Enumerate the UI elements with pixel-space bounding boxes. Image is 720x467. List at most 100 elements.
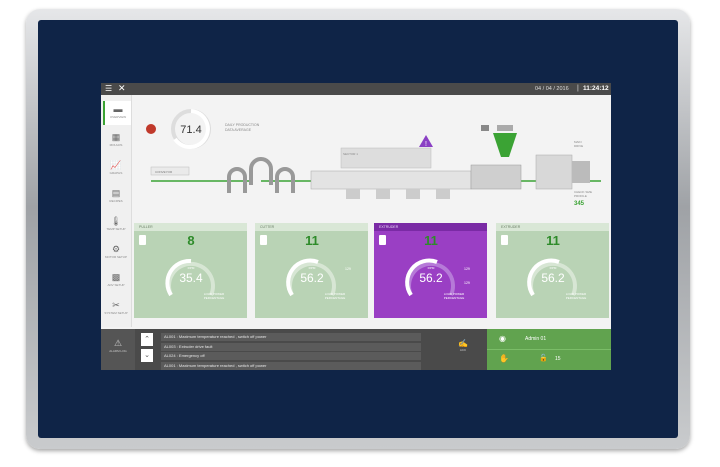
card-footer-label: LOAD POWER PERCENTAGE — [443, 292, 465, 300]
card-setpoint: 11 — [424, 233, 438, 248]
card-info-button[interactable] — [379, 235, 386, 245]
lock-timer: 15 — [555, 356, 561, 362]
user-panel: ◉ Admin 01 ✋ 🔓 15 — [487, 329, 611, 370]
date-display: 04 / 04 / 2016 — [535, 86, 569, 92]
conveyor-label: CONVEYOR — [155, 170, 173, 174]
acknowledge-icon: ✍ — [458, 339, 468, 348]
motor-fan — [572, 161, 590, 183]
recipes-icon: ▤ — [111, 188, 121, 198]
station-card-extruder-2[interactable]: EXTRUDER 11 RPM 56.2 LOAD POWER PERCENTA… — [496, 223, 609, 318]
acknowledge-label: ACK — [459, 348, 467, 352]
motor-setup-icon: ⚙ — [111, 244, 121, 254]
check-size-value: 345 — [574, 201, 585, 207]
sidebar-item-label: TEMP SETUP — [106, 227, 126, 231]
sidebar-item-label: GRAPHS — [109, 171, 123, 175]
sidebar-item-temp-setup[interactable]: 🌡 TEMP SETUP — [103, 213, 129, 237]
main-drive-motor[interactable] — [535, 154, 573, 190]
system-setup-icon: ✂ — [112, 300, 120, 310]
top-bar: ☰ ✕ 04 / 04 / 2016 | 11:24:12 — [101, 83, 611, 95]
alarm-scroll: ⌃ ⌄ — [141, 333, 153, 363]
alarm-list: AL001 : Maximum temperature reached , sw… — [161, 333, 421, 370]
card-setpoint: 8 — [187, 233, 195, 248]
user-name: Admin 01 — [525, 336, 547, 342]
card-value: 35.4 — [179, 271, 203, 285]
alarm-log-button[interactable]: ⚠ ALARM LOG — [101, 329, 135, 370]
moulds-icon: ▦ — [111, 132, 121, 142]
puller-rollers[interactable] — [227, 157, 295, 193]
production-gauge-label: DAILY PRODUCTION — [225, 123, 260, 127]
user-row[interactable]: ◉ Admin 01 — [487, 329, 611, 350]
station-card-cutter[interactable]: CUTTER 11 RPM 56.2 LOAD POWER PERCENTAGE… — [255, 223, 368, 318]
process-diagram: 71.4 DAILY PRODUCTION DATA AVERAGE CONVE… — [146, 109, 601, 207]
alarm-item[interactable]: AL001 : Maximum temperature reached , sw… — [161, 361, 421, 370]
alarm-item[interactable]: AL024 : Emergency off — [161, 352, 421, 360]
sidebar-item-label: MOULDS — [109, 143, 123, 147]
temp-setup-icon: 🌡 — [110, 216, 122, 226]
overview-icon: ▬ — [113, 104, 123, 114]
warning-icon: ! — [419, 135, 433, 148]
scroll-up-button[interactable]: ⌃ — [141, 333, 153, 346]
hand-icon[interactable]: ✋ — [499, 354, 509, 363]
svg-text:!: ! — [425, 141, 427, 148]
card-side-value: 129 — [345, 267, 351, 271]
alarm-item[interactable]: AL001 : Maximum temperature reached , sw… — [161, 333, 421, 341]
sidebar-item-adv-setup[interactable]: ▩ ADV SETUP — [103, 269, 129, 293]
close-icon[interactable]: ✕ — [118, 84, 126, 93]
acknowledge-button[interactable]: ✍ ACK — [451, 339, 475, 352]
card-unit: RPM — [549, 266, 557, 270]
production-gauge-sublabel: DATA AVERAGE — [225, 128, 252, 132]
production-gauge-value: 71.4 — [180, 124, 201, 136]
adv-setup-icon: ▩ — [111, 272, 121, 282]
card-title: PULLER — [134, 223, 247, 231]
card-setpoint: 11 — [546, 233, 560, 248]
scroll-down-button[interactable]: ⌄ — [141, 349, 153, 362]
card-value: 56.2 — [541, 271, 565, 285]
sidebar-item-label: MOTOR SETUP — [105, 255, 127, 259]
sidebar-item-motor-setup[interactable]: ⚙ MOTOR SETUP — [103, 241, 129, 265]
card-footer-label: LOAD POWER PERCENTAGE — [203, 292, 225, 300]
station-cards: PULLER 8 RPM 35.4 LOAD POWER PERCENTAGE … — [134, 223, 611, 319]
card-title: EXTRUDER — [496, 223, 609, 231]
lock-icon[interactable]: 🔓 — [539, 354, 548, 362]
alarm-log-icon: ⚠ — [113, 338, 123, 348]
card-title: EXTRUDER — [374, 223, 487, 231]
sidebar-item-label: SYSTEM SETUP — [104, 311, 128, 315]
card-side-value: 129 — [464, 281, 470, 285]
station-card-extruder[interactable]: EXTRUDER 11 RPM 56.2 LOAD POWER PERCENTA… — [374, 223, 487, 318]
card-info-button[interactable] — [501, 235, 508, 245]
card-info-button[interactable] — [260, 235, 267, 245]
alarm-item[interactable]: AL003 : Extruder drive fault — [161, 342, 421, 351]
card-setpoint: 11 — [305, 233, 319, 248]
hopper[interactable] — [481, 125, 517, 157]
alarm-log-label: ALARM LOG — [109, 349, 127, 353]
card-unit: RPM — [308, 266, 316, 270]
sidebar-item-label: ADV SETUP — [107, 283, 125, 287]
sidebar-item-label: RECIPES — [109, 199, 123, 203]
card-title: CUTTER — [255, 223, 368, 231]
card-unit: RPM — [427, 266, 435, 270]
sidebar-item-system-setup[interactable]: ✂ SYSTEM SETUP — [103, 297, 129, 321]
card-value: 56.2 — [419, 271, 443, 285]
sector-label: SECTOR 1 — [343, 152, 358, 156]
sidebar-item-recipes[interactable]: ▤ RECIPES — [103, 185, 129, 209]
hmi-screen: ☰ ✕ 04 / 04 / 2016 | 11:24:12 ▬ OVERVIEW… — [101, 83, 611, 370]
sidebar-item-overview[interactable]: ▬ OVERVIEW — [103, 101, 131, 125]
hamburger-icon[interactable]: ☰ — [105, 85, 112, 93]
time-display: 11:24:12 — [583, 85, 609, 92]
clock-divider: | — [577, 85, 579, 92]
extruder-barrel[interactable]: SECTOR 1 — [310, 147, 472, 199]
gearbox[interactable] — [470, 164, 522, 190]
card-footer-label: LOAD POWER PERCENTAGE — [324, 292, 346, 300]
sidebar-item-graphs[interactable]: 📈 GRAPHS — [103, 157, 129, 181]
bottom-bar: ⚠ ALARM LOG ⌃ ⌄ AL001 : Maximum temperat… — [101, 329, 611, 370]
sidebar-item-moulds[interactable]: ▦ MOULDS — [103, 129, 129, 153]
card-side-value: 129 — [464, 267, 470, 271]
station-card-puller[interactable]: PULLER 8 RPM 35.4 LOAD POWER PERCENTAGE — [134, 223, 247, 318]
card-value: 56.2 — [300, 271, 324, 285]
sidebar: ▬ OVERVIEW ▦ MOULDS 📈 GRAPHS ▤ RECIPES 🌡… — [101, 95, 132, 327]
graphs-icon: 📈 — [110, 160, 122, 170]
card-info-button[interactable] — [139, 235, 146, 245]
sidebar-item-label: OVERVIEW — [109, 115, 127, 119]
check-size-sublabel: PROFILE — [574, 194, 587, 198]
card-unit: RPM — [187, 266, 195, 270]
